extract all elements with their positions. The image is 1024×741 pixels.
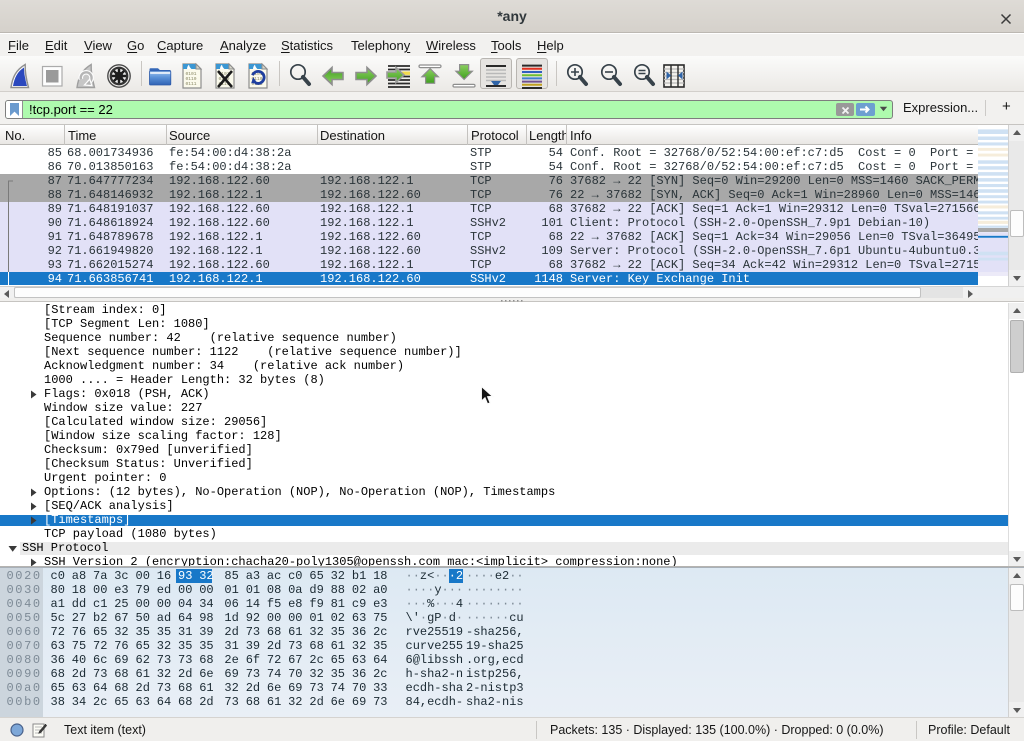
svg-text:0111: 0111 xyxy=(186,81,197,87)
